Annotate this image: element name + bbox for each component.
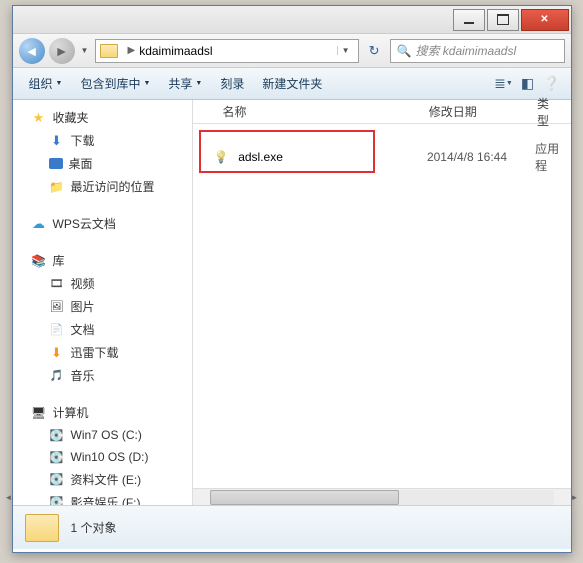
file-type: 应用程 — [535, 140, 570, 174]
sidebar-documents[interactable]: 文档 — [13, 318, 192, 341]
drive-icon — [49, 472, 65, 488]
sidebar-favorites[interactable]: 收藏夹 — [13, 106, 192, 129]
star-icon — [31, 110, 47, 126]
horizontal-scrollbar[interactable]: ◄ ► — [193, 488, 571, 505]
computer-icon — [31, 405, 47, 421]
maximize-button[interactable] — [487, 9, 519, 31]
column-modified[interactable]: 修改日期 — [419, 103, 527, 120]
library-icon — [31, 253, 47, 269]
file-list[interactable]: adsl.exe 2014/4/8 16:44 应用程 — [193, 124, 571, 488]
address-dropdown-icon[interactable]: ▼ — [337, 46, 354, 55]
sidebar-libraries[interactable]: 库 — [13, 249, 192, 272]
file-modified: 2014/4/8 16:44 — [427, 150, 535, 164]
sidebar-computer[interactable]: 计算机 — [13, 401, 192, 424]
column-name[interactable]: 名称 — [213, 103, 419, 120]
file-list-area: 名称 修改日期 类型 adsl.exe 2014/4/8 16:44 应用程 ◄… — [193, 100, 571, 505]
new-folder-button[interactable]: 新建文件夹 — [254, 71, 330, 96]
xunlei-icon — [49, 345, 65, 361]
breadcrumb-folder[interactable]: kdaimimaadsl — [139, 44, 212, 58]
sidebar-music[interactable]: 音乐 — [13, 364, 192, 387]
picture-icon — [49, 299, 65, 315]
sidebar-wps[interactable]: WPS云文档 — [13, 212, 192, 235]
sidebar-drive-d[interactable]: Win10 OS (D:) — [13, 446, 192, 468]
desktop-icon — [49, 158, 63, 169]
sidebar-downloads[interactable]: 下载 — [13, 129, 192, 152]
folder-icon — [100, 44, 118, 58]
refresh-button[interactable]: ↻ — [363, 43, 386, 59]
help-button[interactable]: ❔ — [541, 73, 563, 95]
drive-icon — [49, 495, 65, 506]
navigation-pane: 收藏夹 下载 桌面 最近访问的位置 WPS云文档 库 视频 图片 文档 迅雷下载… — [13, 100, 193, 505]
close-button[interactable] — [521, 9, 569, 31]
status-text: 1 个对象 — [71, 519, 117, 536]
column-headers: 名称 修改日期 类型 — [193, 100, 571, 124]
download-icon — [49, 133, 65, 149]
preview-pane-button[interactable]: ◧ — [517, 73, 539, 95]
toolbar: 组织▼ 包含到库中▼ 共享▼ 刻录 新建文件夹 ≣ ▼ ◧ ❔ — [13, 68, 571, 100]
address-field[interactable]: ▶ kdaimimaadsl ▼ — [95, 39, 359, 63]
file-row[interactable]: adsl.exe 2014/4/8 16:44 应用程 — [193, 136, 571, 178]
video-icon — [49, 276, 65, 292]
scroll-left-arrow[interactable]: ◄ — [0, 490, 17, 505]
sidebar-drive-e[interactable]: 资料文件 (E:) — [13, 468, 192, 491]
burn-button[interactable]: 刻录 — [212, 71, 252, 96]
organize-menu[interactable]: 组织▼ — [21, 71, 71, 96]
exe-icon — [213, 148, 231, 166]
explorer-window: ◄ ► ▼ ▶ kdaimimaadsl ▼ ↻ 🔍 搜索 kdaimimaad… — [12, 5, 572, 553]
recent-icon — [49, 179, 65, 195]
scroll-thumb[interactable] — [210, 490, 399, 505]
document-icon — [49, 322, 65, 338]
sidebar-drive-c[interactable]: Win7 OS (C:) — [13, 424, 192, 446]
music-icon — [49, 368, 65, 384]
include-library-menu[interactable]: 包含到库中▼ — [72, 71, 158, 96]
search-input[interactable]: 🔍 搜索 kdaimimaadsl — [390, 39, 565, 63]
scroll-right-arrow[interactable]: ► — [566, 490, 583, 505]
view-options-button[interactable]: ≣ ▼ — [493, 73, 515, 95]
breadcrumb-separator: ▶ — [128, 45, 136, 56]
back-button[interactable]: ◄ — [19, 38, 45, 64]
sidebar-videos[interactable]: 视频 — [13, 272, 192, 295]
address-bar: ◄ ► ▼ ▶ kdaimimaadsl ▼ ↻ 🔍 搜索 kdaimimaad… — [13, 34, 571, 68]
drive-icon — [49, 427, 65, 443]
sidebar-recent[interactable]: 最近访问的位置 — [13, 175, 192, 198]
sidebar-drive-f[interactable]: 影音娱乐 (F:) — [13, 491, 192, 505]
minimize-button[interactable] — [453, 9, 485, 31]
file-name: adsl.exe — [238, 150, 427, 164]
sidebar-desktop[interactable]: 桌面 — [13, 152, 192, 175]
nav-history-dropdown[interactable]: ▼ — [79, 46, 91, 55]
sidebar-pictures[interactable]: 图片 — [13, 295, 192, 318]
sidebar-xunlei[interactable]: 迅雷下载 — [13, 341, 192, 364]
drive-icon — [49, 449, 65, 465]
search-icon: 🔍 — [397, 44, 412, 58]
forward-button[interactable]: ► — [49, 38, 75, 64]
search-placeholder: 搜索 kdaimimaadsl — [415, 42, 516, 59]
cloud-icon — [31, 216, 47, 232]
folder-icon — [25, 514, 59, 542]
status-bar: 1 个对象 — [13, 505, 571, 549]
share-menu[interactable]: 共享▼ — [160, 71, 210, 96]
title-bar — [13, 6, 571, 34]
